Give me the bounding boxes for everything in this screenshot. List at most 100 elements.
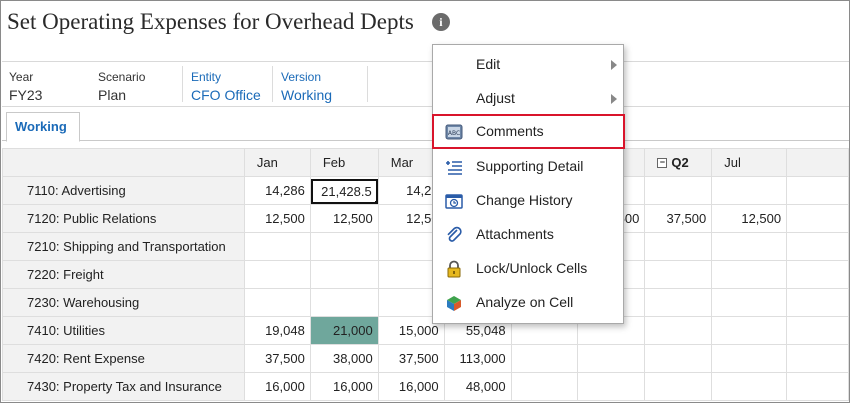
data-cell[interactable] bbox=[711, 288, 788, 317]
data-cell[interactable] bbox=[577, 344, 646, 373]
data-cell[interactable] bbox=[644, 232, 713, 261]
page-title: Set Operating Expenses for Overhead Dept… bbox=[7, 9, 414, 34]
table-row: 7210: Shipping and Transportation bbox=[2, 232, 849, 261]
menu-item-supporting-detail[interactable]: Supporting Detail bbox=[433, 150, 623, 183]
data-cell[interactable]: 12,500 bbox=[309, 204, 379, 233]
data-cell[interactable]: 16,000 bbox=[377, 372, 445, 401]
table-row: 7410: Utilities 19,048 21,000 15,000 55,… bbox=[2, 316, 849, 345]
data-cell[interactable]: 37,500 bbox=[377, 344, 445, 373]
data-cell[interactable] bbox=[644, 372, 713, 401]
menu-item-label: Supporting Detail bbox=[476, 158, 584, 174]
svg-text:ABC: ABC bbox=[448, 130, 460, 137]
menu-item-label: Analyze on Cell bbox=[476, 294, 574, 310]
data-cell[interactable] bbox=[243, 288, 311, 317]
data-cell[interactable] bbox=[786, 372, 849, 401]
menu-item-adjust[interactable]: Adjust bbox=[433, 82, 623, 115]
data-cell[interactable] bbox=[711, 260, 788, 289]
data-cell[interactable] bbox=[786, 316, 849, 345]
data-cell[interactable] bbox=[786, 176, 849, 205]
pov-version-label: Version bbox=[281, 70, 322, 84]
cell-editor[interactable]: 21,428.5 bbox=[311, 179, 378, 204]
data-cell[interactable] bbox=[243, 260, 311, 289]
menu-item-label: Lock/Unlock Cells bbox=[476, 260, 588, 276]
row-header[interactable]: 7210: Shipping and Transportation bbox=[2, 232, 245, 261]
data-cell[interactable] bbox=[786, 204, 849, 233]
row-header[interactable]: 7120: Public Relations bbox=[2, 204, 245, 233]
pov-version-value[interactable]: Working bbox=[281, 86, 332, 104]
data-cell[interactable] bbox=[644, 344, 713, 373]
col-header-jan[interactable]: Jan bbox=[243, 148, 311, 177]
title-bar: Set Operating Expenses for Overhead Dept… bbox=[7, 7, 450, 37]
data-cell[interactable] bbox=[309, 232, 379, 261]
col-header bbox=[786, 148, 849, 177]
supporting-detail-icon bbox=[445, 158, 463, 176]
pov-entity-value[interactable]: CFO Office bbox=[191, 86, 261, 104]
data-cell[interactable] bbox=[644, 316, 713, 345]
data-cell[interactable] bbox=[243, 232, 311, 261]
menu-item-lock-unlock[interactable]: Lock/Unlock Cells bbox=[433, 252, 623, 285]
data-cell[interactable]: 12,500 bbox=[711, 204, 788, 233]
data-cell[interactable] bbox=[711, 176, 788, 205]
data-cell[interactable]: 12,500 bbox=[243, 204, 311, 233]
col-header-jul[interactable]: Jul bbox=[711, 148, 788, 177]
selected-cell[interactable]: 21,428.5 bbox=[309, 176, 379, 205]
data-cell[interactable] bbox=[644, 176, 713, 205]
pov-divider bbox=[272, 66, 273, 102]
data-cell[interactable] bbox=[711, 232, 788, 261]
col-header-feb[interactable]: Feb bbox=[309, 148, 379, 177]
data-cell[interactable] bbox=[786, 232, 849, 261]
row-header[interactable]: 7230: Warehousing bbox=[2, 288, 245, 317]
comment-icon: ABC bbox=[445, 123, 463, 141]
data-cell[interactable]: 38,000 bbox=[309, 344, 379, 373]
tab-working[interactable]: Working bbox=[6, 112, 80, 142]
info-icon[interactable]: i bbox=[431, 13, 450, 31]
header-row: Jan Feb Mar Jun −Q2 Jul bbox=[2, 148, 849, 177]
data-cell[interactable] bbox=[577, 372, 646, 401]
data-cell[interactable] bbox=[711, 316, 788, 345]
menu-item-analyze-on-cell[interactable]: Analyze on Cell bbox=[433, 286, 623, 319]
row-header[interactable]: 7110: Advertising bbox=[2, 176, 245, 205]
data-cell[interactable] bbox=[309, 288, 379, 317]
data-cell[interactable]: 113,000 bbox=[443, 344, 512, 373]
data-cell[interactable] bbox=[510, 372, 579, 401]
pov-version[interactable]: Version Working bbox=[281, 68, 332, 104]
pov-entity[interactable]: Entity CFO Office bbox=[191, 68, 261, 104]
menu-item-label: Change History bbox=[476, 192, 573, 208]
context-menu: Edit Adjust ABC Comments Supporting Deta… bbox=[432, 44, 625, 324]
menu-item-comments[interactable]: ABC Comments bbox=[432, 114, 625, 149]
row-header[interactable]: 7220: Freight bbox=[2, 260, 245, 289]
col-header-q2[interactable]: − Q2 bbox=[644, 148, 713, 177]
data-cell[interactable]: 19,048 bbox=[243, 316, 311, 345]
submenu-arrow-icon bbox=[611, 60, 617, 70]
data-cell[interactable]: 14,286 bbox=[243, 176, 311, 205]
data-cell[interactable] bbox=[786, 288, 849, 317]
row-header[interactable]: 7410: Utilities bbox=[2, 316, 245, 345]
menu-item-change-history[interactable]: Change History bbox=[433, 184, 623, 217]
data-cell[interactable] bbox=[510, 344, 579, 373]
modified-cell[interactable]: 21,000 bbox=[309, 316, 379, 345]
pov-bar: Year FY23 Scenario Plan Entity CFO Offic… bbox=[2, 61, 849, 107]
data-cell[interactable] bbox=[786, 260, 849, 289]
data-cell[interactable]: 16,000 bbox=[309, 372, 379, 401]
row-header[interactable]: 7430: Property Tax and Insurance bbox=[2, 372, 245, 401]
data-cell[interactable] bbox=[711, 344, 788, 373]
collapse-icon[interactable]: − bbox=[657, 158, 668, 168]
data-cell[interactable] bbox=[711, 372, 788, 401]
data-cell[interactable]: 16,000 bbox=[243, 372, 311, 401]
menu-item-edit[interactable]: Edit bbox=[433, 48, 623, 81]
form-frame: Set Operating Expenses for Overhead Dept… bbox=[0, 0, 850, 403]
data-cell[interactable] bbox=[644, 260, 713, 289]
menu-item-attachments[interactable]: Attachments bbox=[433, 218, 623, 251]
data-cell[interactable]: 37,500 bbox=[243, 344, 311, 373]
data-cell[interactable]: 48,000 bbox=[443, 372, 512, 401]
data-cell[interactable] bbox=[786, 344, 849, 373]
data-cell[interactable] bbox=[644, 288, 713, 317]
pov-scenario-label: Scenario bbox=[98, 70, 146, 84]
paperclip-icon bbox=[445, 226, 463, 244]
row-header[interactable]: 7420: Rent Expense bbox=[2, 344, 245, 373]
table-row: 7430: Property Tax and Insurance 16,000 … bbox=[2, 372, 849, 401]
data-cell[interactable] bbox=[309, 260, 379, 289]
table-row: 7230: Warehousing bbox=[2, 288, 849, 317]
data-cell[interactable]: 37,500 bbox=[644, 204, 713, 233]
grid-corner bbox=[2, 148, 245, 177]
